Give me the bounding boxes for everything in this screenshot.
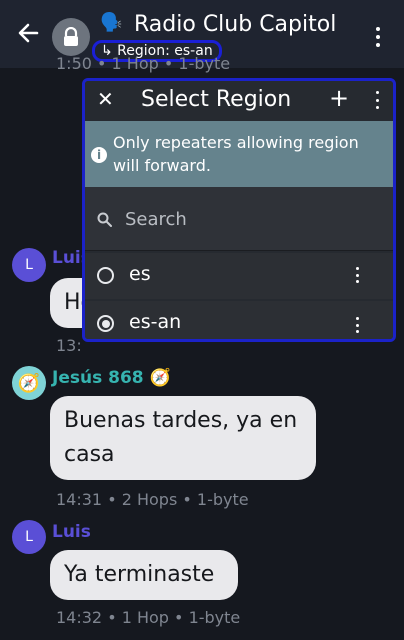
dialog-title: Select Region	[141, 87, 292, 112]
message-text-line: casa	[64, 442, 115, 467]
add-icon[interactable]: +	[329, 84, 349, 112]
search-bar	[85, 187, 393, 251]
radio-button-selected[interactable]	[97, 315, 114, 332]
info-icon: i	[91, 147, 107, 163]
channel-title[interactable]: Radio Club Capitol	[134, 12, 336, 37]
search-icon	[97, 212, 112, 227]
info-text: Only repeaters allowing region will forw…	[113, 133, 359, 175]
sender-name[interactable]: Jesús 868 🧭	[52, 368, 171, 388]
region-option-es[interactable]: es	[85, 253, 393, 299]
dialog-more-options-icon[interactable]	[374, 91, 380, 109]
sender-name[interactable]: Luis	[52, 522, 91, 542]
message-text-line: Buenas tardes, ya en	[64, 408, 298, 433]
back-arrow-svg	[18, 23, 39, 43]
channel-avatar-lock-icon[interactable]	[52, 18, 90, 56]
title-emoji: 🗣️	[100, 12, 123, 33]
info-banner: i Only repeaters allowing region will fo…	[85, 121, 393, 187]
back-arrow-icon[interactable]	[17, 22, 43, 48]
more-options-icon[interactable]	[375, 27, 381, 47]
close-icon[interactable]: ✕	[97, 87, 114, 111]
avatar[interactable]: L	[12, 520, 46, 554]
radio-button[interactable]	[97, 267, 114, 284]
message-bubble[interactable]: Buenas tardes, ya en casa	[50, 396, 316, 480]
compass-avatar-icon[interactable]: 🧭	[12, 366, 46, 400]
region-label: es-an	[129, 311, 182, 333]
message-meta-top: 1:50 • 1 Hop • 1-byte	[56, 54, 231, 73]
message-meta: 13:	[56, 336, 82, 355]
lock-icon	[64, 27, 78, 46]
message-meta: 14:31 • 2 Hops • 1-byte	[56, 490, 249, 509]
select-region-dialog: ✕ Select Region + i Only repeaters allow…	[82, 78, 396, 342]
avatar[interactable]: L	[12, 248, 46, 282]
message-meta: 14:32 • 1 Hop • 1-byte	[56, 608, 241, 627]
region-label: es	[129, 263, 151, 285]
dialog-header: ✕ Select Region +	[85, 81, 393, 121]
region-options-icon[interactable]	[354, 317, 360, 333]
message-bubble[interactable]: Ya terminaste	[50, 550, 238, 600]
region-option-es-an[interactable]: es-an	[85, 301, 393, 339]
search-input[interactable]	[125, 206, 375, 232]
region-options-icon[interactable]	[354, 267, 360, 283]
